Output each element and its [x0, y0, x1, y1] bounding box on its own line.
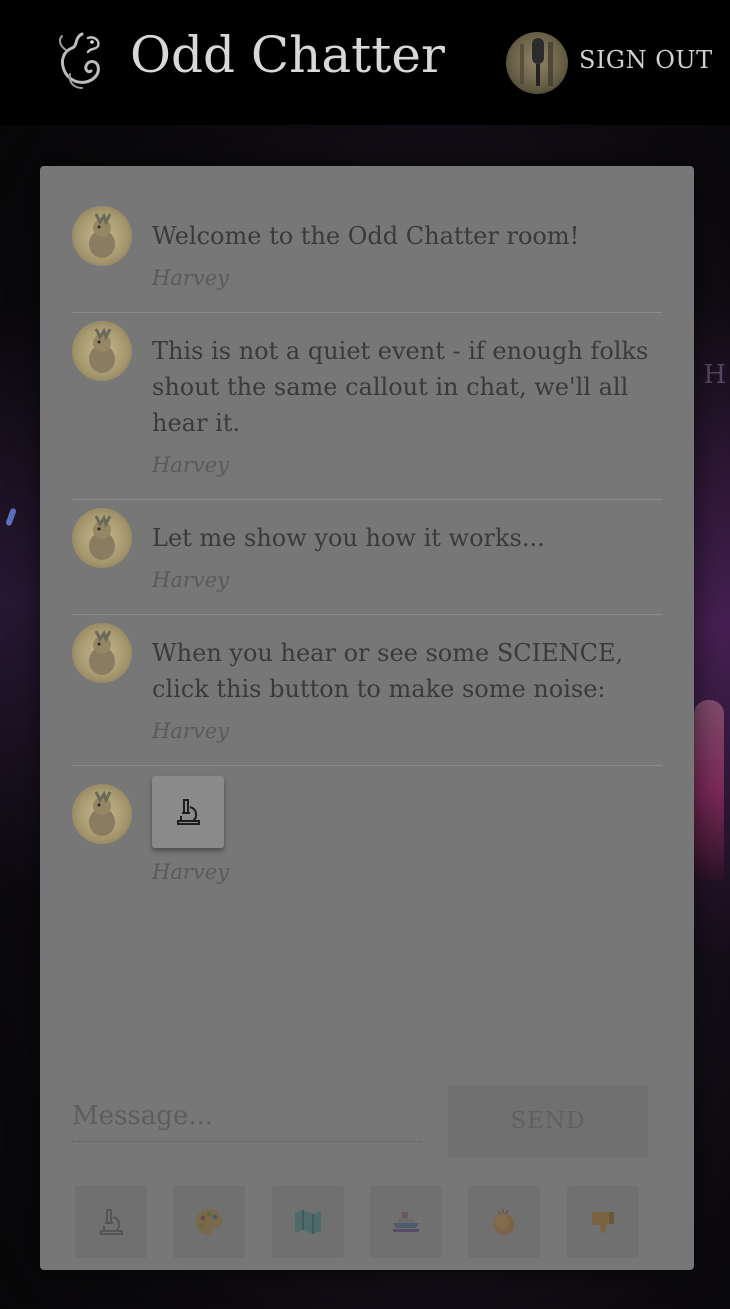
- reaction-science-button[interactable]: [75, 1186, 147, 1258]
- user-avatar[interactable]: [506, 32, 568, 94]
- chat-panel: Welcome to the Odd Chatter room! Harvey …: [40, 166, 694, 1270]
- author-avatar: [72, 206, 132, 266]
- reaction-art-button[interactable]: [173, 1186, 245, 1258]
- microscope-icon: [177, 799, 200, 825]
- message-author: Harvey: [152, 860, 230, 884]
- dragon-logo-icon: [58, 32, 100, 89]
- message-text: This is not a quiet event - if enough fo…: [152, 337, 649, 437]
- reaction-ship-button[interactable]: [370, 1186, 442, 1258]
- microphone-icon: [520, 38, 553, 86]
- map-icon: [295, 1210, 321, 1234]
- reaction-explore-button[interactable]: [272, 1186, 344, 1258]
- message-list: Welcome to the Odd Chatter room! Harvey …: [72, 198, 662, 906]
- chat-message: When you hear or see some SCIENCE, click…: [72, 615, 662, 766]
- message-text: When you hear or see some SCIENCE, click…: [152, 639, 624, 703]
- squirrel-icon: [89, 514, 115, 560]
- message-author: Harvey: [152, 266, 230, 290]
- send-button[interactable]: SEND: [448, 1085, 648, 1157]
- message-input[interactable]: [72, 1091, 422, 1142]
- chat-message: This is not a quiet event - if enough fo…: [72, 313, 662, 500]
- app-title: Odd Chatter: [130, 26, 445, 84]
- squirrel-icon: [89, 629, 115, 675]
- background-performer: [694, 700, 724, 880]
- squirrel-icon: [89, 327, 115, 373]
- palette-icon: [196, 1209, 222, 1235]
- author-avatar: [72, 321, 132, 381]
- chat-message: Harvey: [72, 776, 662, 906]
- author-avatar: [72, 784, 132, 844]
- message-text: Welcome to the Odd Chatter room!: [152, 222, 580, 250]
- chat-message: Let me show you how it works... Harvey: [72, 500, 662, 615]
- chat-message: Welcome to the Odd Chatter room! Harvey: [72, 198, 662, 313]
- thumbs-down-icon: [592, 1212, 614, 1234]
- author-avatar: [72, 508, 132, 568]
- message-author: Harvey: [152, 719, 230, 743]
- page: e H Odd Chatter SIGN OUT Welcome to the …: [0, 0, 730, 1309]
- clapping-hands-icon: [493, 1209, 515, 1235]
- ship-icon: [393, 1212, 419, 1232]
- squirrel-icon: [89, 212, 115, 258]
- message-author: Harvey: [152, 568, 230, 592]
- squirrel-icon: [89, 790, 115, 836]
- reaction-applause-button[interactable]: [468, 1186, 540, 1258]
- reaction-boo-button[interactable]: [567, 1186, 639, 1258]
- sign-out-button[interactable]: SIGN OUT: [579, 46, 713, 74]
- message-author: Harvey: [152, 453, 230, 477]
- microscope-icon: [100, 1209, 123, 1235]
- author-avatar: [72, 623, 132, 683]
- app-header: Odd Chatter SIGN OUT: [0, 0, 730, 125]
- science-callout-button[interactable]: [152, 776, 224, 848]
- reaction-toolbar: [75, 1186, 639, 1258]
- message-text: Let me show you how it works...: [152, 524, 545, 552]
